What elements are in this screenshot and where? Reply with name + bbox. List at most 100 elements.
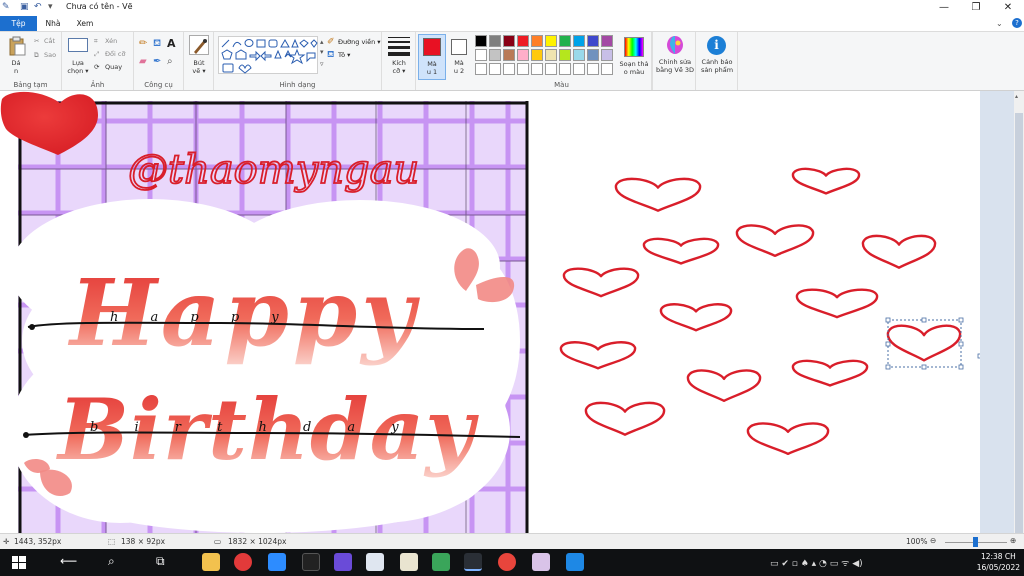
- brushes-group: Bút vẽ ▾: [184, 32, 214, 90]
- select-icon[interactable]: [68, 38, 88, 52]
- app-icon-tiles[interactable]: [400, 553, 418, 571]
- windows-start-icon[interactable]: [10, 553, 28, 571]
- quick-access-dropdown-icon[interactable]: ▾: [48, 2, 53, 12]
- size-button[interactable]: Kích cỡ ▾: [384, 59, 414, 75]
- zalo-icon[interactable]: [566, 553, 584, 571]
- outline-heart: [735, 224, 815, 258]
- paint-taskbar-icon[interactable]: [464, 553, 482, 571]
- file-explorer-icon[interactable]: [202, 553, 220, 571]
- paint3d-button[interactable]: Chỉnh sửa bằng Vẽ 3D: [655, 33, 695, 79]
- cut-icon[interactable]: ✂: [34, 37, 39, 45]
- pencil-icon[interactable]: ✏: [139, 38, 147, 49]
- zoom-slider-thumb[interactable]: [973, 537, 978, 547]
- color-2-button[interactable]: Mà u 2: [447, 34, 473, 80]
- info-icon: i: [707, 36, 726, 55]
- back-arrow-icon[interactable]: ⟵: [60, 554, 77, 568]
- app-icon-doc[interactable]: [366, 553, 384, 571]
- save-icon[interactable]: ▣: [20, 2, 29, 12]
- chrome-icon[interactable]: [498, 553, 516, 571]
- colors-group-label: Màu: [554, 81, 569, 89]
- color-picker-icon[interactable]: ✒: [153, 56, 161, 67]
- rotate-button[interactable]: Quay: [105, 63, 122, 71]
- undo-icon[interactable]: ↶: [34, 2, 42, 12]
- collapse-ribbon-icon[interactable]: ⌄: [996, 19, 1003, 28]
- vertical-scrollbar[interactable]: ▴: [1014, 91, 1024, 533]
- outline-icon[interactable]: ✐: [327, 37, 335, 47]
- tray-icons[interactable]: ▭ ✔ ▫ ♠ ▴ ◔ ▭ ᯤ ◀): [770, 556, 863, 569]
- shapes-group: ▴ ▾ ▿ ✐ Đường viền ▾ ⛾ Tô ▾ Hình dạng: [214, 32, 382, 90]
- product-alert-label: Cảnh báo sản phẩm: [700, 58, 734, 74]
- eraser-icon[interactable]: ▰: [139, 56, 147, 67]
- resize-icon[interactable]: ⤢: [94, 50, 99, 59]
- ribbon: Dá n ✂ Cắt ⧉ Sao Bảng tạm Lựa chọn ▾ ⌗ Xén…: [0, 31, 1024, 91]
- search-icon[interactable]: ⌕: [108, 554, 115, 569]
- outline-heart: [686, 369, 762, 403]
- zoom-out-icon[interactable]: ⊖: [930, 536, 936, 545]
- piano-app-icon[interactable]: [302, 553, 320, 571]
- product-alert-button[interactable]: i Cảnh báo sản phẩm: [697, 33, 737, 79]
- tools-group-label: Công cụ: [144, 81, 173, 89]
- fill-bucket-icon[interactable]: ⛾: [153, 38, 161, 51]
- cut-button[interactable]: Cắt: [44, 37, 55, 45]
- shapes-gallery[interactable]: [218, 36, 318, 74]
- maximize-button[interactable]: ❐: [960, 0, 992, 16]
- scroll-up-icon[interactable]: ▴: [1015, 93, 1018, 100]
- outline-heart: [562, 267, 640, 298]
- size-icon[interactable]: [388, 37, 410, 56]
- outline-heart: [861, 234, 937, 269]
- edit-colors-button[interactable]: Soạn thả o màu: [618, 35, 650, 81]
- color-1-button[interactable]: Mà u 1: [418, 34, 446, 80]
- brush-icon[interactable]: [189, 35, 209, 55]
- canvas-outside-area: [980, 91, 1014, 533]
- minimize-button[interactable]: —: [928, 0, 960, 16]
- resize-button[interactable]: Đổi cỡ: [105, 50, 125, 58]
- paint-app-icon: ✎: [2, 2, 10, 12]
- fill-icon[interactable]: ⛾: [327, 50, 334, 61]
- help-icon[interactable]: ?: [1012, 18, 1022, 28]
- fill-button[interactable]: Tô ▾: [338, 51, 350, 59]
- copy-button[interactable]: Sao: [44, 51, 56, 59]
- text-icon[interactable]: A: [167, 37, 176, 50]
- paint3d-icon: [667, 36, 683, 54]
- app-icon-purple[interactable]: [334, 553, 352, 571]
- crop-button[interactable]: Xén: [105, 37, 117, 45]
- drawing-canvas[interactable]: @thaomyngau Happy h a p p y Birthday b i…: [0, 91, 1014, 533]
- image-size: 1832 × 1024px: [228, 537, 287, 546]
- paste-icon[interactable]: [8, 36, 26, 56]
- clock[interactable]: 12:38 CH 16/05/2022: [977, 551, 1020, 573]
- clipboard-group-label: Bảng tạm: [13, 81, 48, 89]
- brushes-button[interactable]: Bút vẽ ▾: [186, 59, 212, 75]
- magnifier-icon[interactable]: ⌕: [167, 56, 173, 67]
- outline-button[interactable]: Đường viền ▾: [338, 38, 381, 46]
- app-icon-green[interactable]: [432, 553, 450, 571]
- selection-size-icon: ⬚: [108, 537, 116, 546]
- close-button[interactable]: ✕: [992, 0, 1024, 16]
- paste-button[interactable]: Dá n: [4, 59, 28, 75]
- shapes-scroll-up-icon[interactable]: ▴: [320, 38, 324, 46]
- edit-colors-icon: [624, 37, 644, 57]
- color-2-swatch: [451, 39, 467, 55]
- shapes-expand-icon[interactable]: ▿: [320, 60, 324, 68]
- canvas-viewport[interactable]: @thaomyngau Happy h a p p y Birthday b i…: [0, 91, 1014, 533]
- select-button[interactable]: Lựa chọn ▾: [64, 59, 92, 75]
- cursor-position: 1443, 352px: [14, 537, 62, 546]
- status-bar: ✛ 1443, 352px ⬚ 138 × 92px ▭ 1832 × 1024…: [0, 533, 1024, 549]
- tab-file[interactable]: Tệp: [0, 16, 37, 31]
- tab-home[interactable]: Nhà: [40, 16, 66, 31]
- copy-icon[interactable]: ⧉: [34, 51, 39, 60]
- tab-view[interactable]: Xem: [72, 16, 98, 31]
- outline-heart: [791, 167, 861, 195]
- zoom-app-icon[interactable]: [268, 553, 286, 571]
- outline-heart: [659, 303, 733, 332]
- shapes-scroll-down-icon[interactable]: ▾: [320, 48, 324, 56]
- image-size-icon: ▭: [214, 537, 222, 546]
- color-2-label: Mà u 2: [453, 59, 465, 75]
- zoom-in-icon[interactable]: ⊕: [1010, 536, 1016, 545]
- app-icon-palette[interactable]: [532, 553, 550, 571]
- crop-icon[interactable]: ⌗: [94, 37, 98, 46]
- vertical-scrollbar-thumb[interactable]: [1015, 113, 1023, 533]
- task-view-icon[interactable]: ⧉: [156, 554, 165, 569]
- clock-time: 12:38 CH: [980, 552, 1016, 561]
- rotate-icon[interactable]: ⟳: [94, 63, 99, 71]
- app-icon-red[interactable]: [234, 553, 252, 571]
